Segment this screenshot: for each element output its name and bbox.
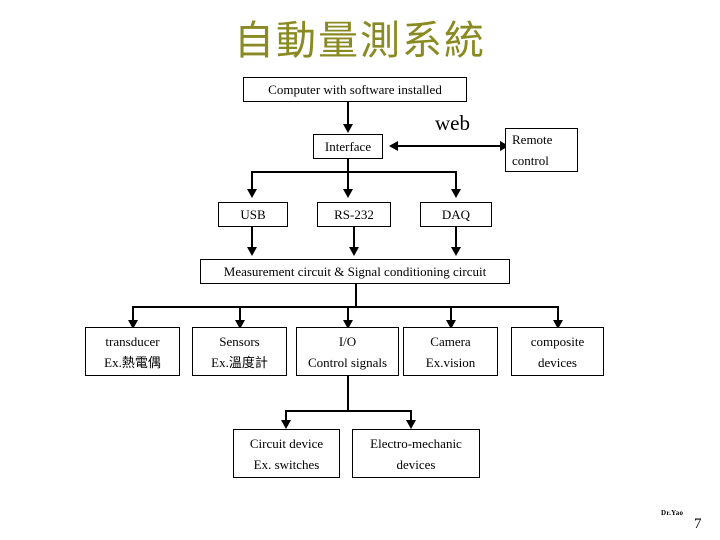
connector-usb-to-measurement [251,227,253,249]
author-credit: Dr.Yao [661,509,684,517]
page-title: 自動量測系統 [234,18,486,64]
node-camera-line1: Camera [430,333,471,349]
node-usb[interactable]: USB [218,202,288,227]
node-composite-line2: devices [538,354,577,370]
node-computer-label: Computer with software installed [268,82,442,97]
connector-measurement-bus [132,306,558,308]
connector-measurement-stem [355,284,357,308]
connector-interface-bus [251,171,457,173]
connector-bus-to-rs232 [347,171,349,191]
node-transducer[interactable]: transducer Ex.熱電偶 [85,327,180,376]
connector-computer-to-interface [347,102,349,126]
node-usb-label: USB [240,207,266,222]
node-io-line1: I/O [338,333,357,349]
arrowhead-usb-to-measurement [247,247,257,256]
connector-bus-to-usb [251,171,253,191]
node-sensors-line1: Sensors [219,333,260,349]
node-interface[interactable]: Interface [313,134,383,159]
connector-rs232-to-measurement [353,227,355,249]
node-electro-mechanic-line1: Electro-mechanic [370,435,462,451]
arrowhead-bus-to-electro-mechanic [406,420,416,429]
node-daq[interactable]: DAQ [420,202,492,227]
node-remote-control[interactable]: Remote control [505,128,578,172]
connector-bus-to-daq [455,171,457,191]
node-transducer-line2: Ex.熱電偶 [104,354,161,370]
arrowhead-bus-to-circuit-device [281,420,291,429]
connector-io-stem [347,376,349,412]
slide-canvas: 自動量測系統 Computer with software installed … [0,0,720,540]
node-electro-mechanic-line2: devices [396,456,436,472]
node-circuit-device-line2: Ex. switches [253,456,320,472]
node-composite[interactable]: composite devices [511,327,604,376]
node-rs232[interactable]: RS-232 [317,202,391,227]
node-interface-label: Interface [324,139,372,154]
node-circuit-device-line1: Circuit device [249,435,324,451]
arrowhead-daq-to-measurement [451,247,461,256]
node-io-line2: Control signals [307,354,388,370]
node-camera[interactable]: Camera Ex.vision [403,327,498,376]
node-circuit-device[interactable]: Circuit device Ex. switches [233,429,340,478]
node-rs232-label: RS-232 [334,207,374,222]
node-electro-mechanic[interactable]: Electro-mechanic devices [352,429,480,478]
connector-io-bus [285,410,412,412]
arrowhead-web-to-interface [389,141,398,151]
node-computer[interactable]: Computer with software installed [243,77,467,102]
label-web: web [435,111,470,135]
page-number: 7 [694,516,702,532]
connector-daq-to-measurement [455,227,457,249]
connector-web-link [397,145,501,147]
node-io[interactable]: I/O Control signals [296,327,399,376]
node-camera-line2: Ex.vision [425,354,476,370]
arrowhead-bus-to-usb [247,189,257,198]
arrowhead-rs232-to-measurement [349,247,359,256]
node-measurement-circuit[interactable]: Measurement circuit & Signal conditionin… [200,259,510,284]
node-daq-label: DAQ [441,207,471,222]
node-measurement-circuit-label: Measurement circuit & Signal conditionin… [223,264,487,279]
node-sensors[interactable]: Sensors Ex.溫度計 [192,327,287,376]
node-remote-control-line1: Remote [512,132,553,147]
node-sensors-line2: Ex.溫度計 [211,354,268,370]
node-remote-control-line2: control [512,153,549,168]
node-transducer-line1: transducer [105,333,160,349]
arrowhead-bus-to-rs232 [343,189,353,198]
arrowhead-computer-to-interface [343,124,353,133]
arrowhead-bus-to-daq [451,189,461,198]
node-composite-line1: composite [530,333,585,349]
